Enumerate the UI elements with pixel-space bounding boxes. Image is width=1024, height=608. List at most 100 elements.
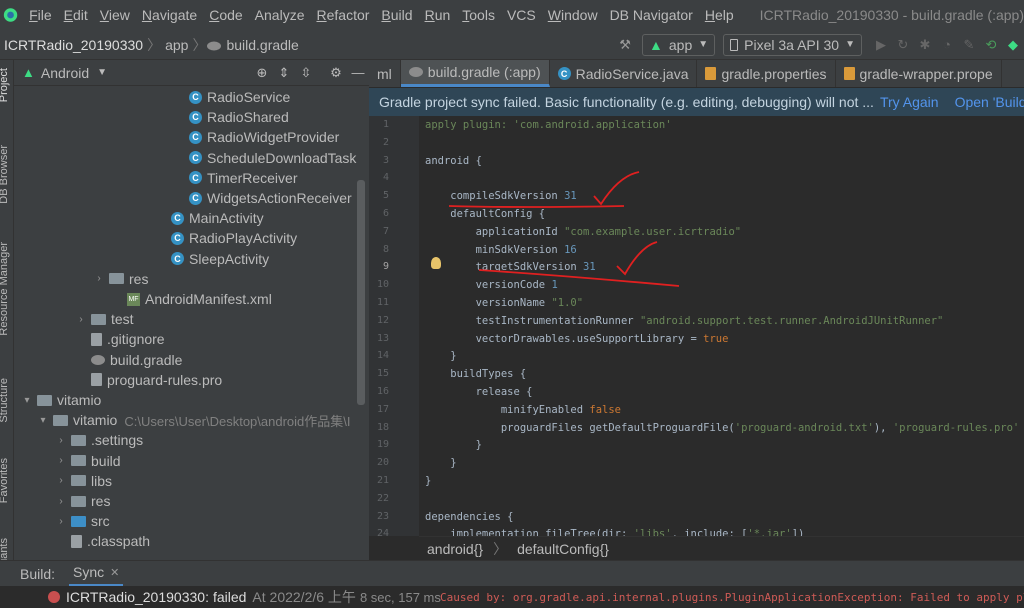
menu-item[interactable]: Run bbox=[419, 7, 457, 23]
open-build-link[interactable]: Open 'Build' V bbox=[955, 94, 1024, 110]
error-message[interactable]: Caused by: org.gradle.api.internal.plugi… bbox=[440, 591, 1024, 604]
tree-item[interactable]: › libs bbox=[56, 471, 112, 491]
try-again-link[interactable]: Try Again bbox=[880, 94, 939, 110]
code-editor[interactable]: implementation fileTree(dir: 'libs', inc… bbox=[419, 116, 1024, 536]
chevron-right-icon[interactable]: › bbox=[56, 455, 66, 466]
tool-tab-project[interactable]: Project bbox=[0, 68, 10, 102]
gear-icon[interactable]: ⚙ bbox=[325, 62, 347, 84]
breadcrumb-module[interactable]: app bbox=[161, 37, 192, 53]
editor-tab[interactable]: build.gradle (:app) bbox=[400, 60, 550, 87]
chevron-right-icon[interactable]: › bbox=[56, 496, 66, 507]
editor-tab[interactable]: C RadioService.java bbox=[550, 60, 698, 87]
tree-item[interactable]: C ScheduleDownloadTask bbox=[174, 148, 356, 168]
chevron-down-icon[interactable]: ▾ bbox=[22, 395, 32, 406]
locate-file-icon[interactable]: ⊕ bbox=[251, 62, 273, 84]
chevron-right-icon[interactable]: › bbox=[94, 273, 104, 284]
sync-tab[interactable]: Sync ✕ bbox=[69, 561, 124, 587]
minimize-icon[interactable]: — bbox=[347, 62, 369, 84]
menu-item[interactable]: Tools bbox=[456, 7, 501, 23]
debug-icon[interactable]: ✱ bbox=[914, 34, 936, 56]
class-icon: C bbox=[189, 130, 202, 144]
menu-items: File Edit View Navigate Code Analyze Refactor B… bbox=[23, 7, 740, 23]
editor-tab[interactable]: gradle.properties bbox=[697, 60, 836, 87]
breadcrumb-android[interactable]: android{} bbox=[427, 541, 483, 557]
menu-item[interactable]: DB Navigator bbox=[604, 7, 699, 23]
tree-item[interactable]: MF AndroidManifest.xml bbox=[112, 289, 272, 309]
red-annotation-marks bbox=[448, 171, 680, 287]
sync-tab-label: Sync bbox=[73, 564, 105, 580]
breadcrumb-project[interactable]: ICRTRadio_20190330 bbox=[0, 37, 147, 53]
avd-manager-icon[interactable]: ◆ bbox=[1002, 34, 1024, 56]
status-project[interactable]: ICRTRadio_20190330: bbox=[66, 589, 209, 605]
menu-item[interactable]: Analyze bbox=[249, 7, 311, 23]
tree-item[interactable]: .classpath bbox=[56, 531, 150, 551]
apply-changes-icon[interactable]: ↻ bbox=[892, 34, 914, 56]
editor-tab-label: RadioService.java bbox=[575, 65, 689, 82]
tree-item[interactable]: ▾ vitamio bbox=[22, 390, 101, 410]
file-icon bbox=[71, 534, 82, 548]
sync-gradle-icon[interactable]: ⟲ bbox=[980, 34, 1002, 56]
chevron-down-icon[interactable]: ▾ bbox=[38, 415, 48, 426]
device-select[interactable]: Pixel 3a API 30 ▼ bbox=[723, 33, 862, 56]
breadcrumb-defaultconfig[interactable]: defaultConfig{} bbox=[517, 541, 609, 557]
menu-item[interactable]: File bbox=[23, 7, 58, 23]
tree-item[interactable]: C RadioPlayActivity bbox=[156, 228, 297, 248]
menu-item[interactable]: VCS bbox=[501, 7, 542, 23]
tool-tab-db-browser[interactable]: DB Browser bbox=[0, 145, 10, 204]
tree-item[interactable]: C RadioShared bbox=[174, 107, 289, 127]
chevron-right-icon[interactable]: › bbox=[56, 435, 66, 446]
close-icon[interactable]: ✕ bbox=[110, 566, 119, 579]
tree-item[interactable]: build.gradle bbox=[76, 350, 182, 370]
tool-tab-structure[interactable]: Structure bbox=[0, 378, 10, 423]
attach-debugger-icon[interactable]: ✎ bbox=[958, 34, 980, 56]
tree-item[interactable]: C RadioWidgetProvider bbox=[174, 127, 339, 147]
tree-item[interactable]: › test bbox=[76, 309, 133, 329]
menu-item[interactable]: Edit bbox=[58, 7, 94, 23]
tree-item[interactable]: › src bbox=[56, 511, 109, 531]
tree-item[interactable]: › build bbox=[56, 451, 120, 471]
editor-tab[interactable]: gradle-wrapper.prope bbox=[836, 60, 1002, 87]
menu-item[interactable]: Window bbox=[542, 7, 604, 23]
collapse-all-icon[interactable]: ⇳ bbox=[295, 62, 317, 84]
tree-item[interactable]: › res bbox=[56, 491, 110, 511]
tool-tab-resource-manager[interactable]: Resource Manager bbox=[0, 242, 10, 336]
menu-item[interactable]: Navigate bbox=[136, 7, 203, 23]
scrollbar[interactable] bbox=[357, 180, 365, 405]
tree-item[interactable]: proguard-rules.pro bbox=[76, 370, 222, 390]
tree-item[interactable]: › .settings bbox=[56, 430, 143, 450]
project-view-select[interactable]: Android bbox=[41, 65, 89, 81]
tree-item-label: RadioShared bbox=[207, 109, 289, 126]
menu-label: elp bbox=[714, 7, 734, 23]
chevron-down-icon[interactable]: ▼ bbox=[97, 67, 107, 78]
menu-label: Analyze bbox=[254, 7, 305, 23]
tree-item[interactable]: C SleepActivity bbox=[156, 249, 269, 269]
lightbulb-icon[interactable] bbox=[431, 257, 441, 269]
profile-icon[interactable]: ◔ bbox=[936, 34, 958, 56]
tree-item[interactable]: C RadioService bbox=[174, 87, 290, 107]
tree-item-label: TimerReceiver bbox=[207, 169, 298, 186]
tree-item[interactable]: C WidgetsActionReceiver bbox=[174, 188, 352, 208]
tree-item[interactable]: C TimerReceiver bbox=[174, 168, 298, 188]
chevron-right-icon[interactable]: › bbox=[56, 475, 66, 486]
hammer-build-icon[interactable]: ⚒ bbox=[614, 34, 636, 56]
menu-item[interactable]: Refactor bbox=[310, 7, 375, 23]
chevron-right-icon[interactable]: › bbox=[56, 516, 66, 527]
chevron-right-icon[interactable]: › bbox=[76, 314, 86, 325]
menu-item[interactable]: Help bbox=[699, 7, 740, 23]
tree-item[interactable]: › res bbox=[94, 269, 148, 289]
menu-item[interactable]: Code bbox=[203, 7, 248, 23]
run-icon[interactable]: ▶ bbox=[870, 34, 892, 56]
menu-mnemonic: F bbox=[29, 7, 38, 23]
run-config-select[interactable]: ▲ app ▼ bbox=[642, 33, 716, 56]
breadcrumb-file[interactable]: build.gradle bbox=[222, 37, 302, 53]
expand-all-icon[interactable]: ⇕ bbox=[273, 62, 295, 84]
tree-item[interactable]: C MainActivity bbox=[156, 208, 264, 228]
line-number: 17 bbox=[376, 403, 389, 415]
tool-tab-favorites[interactable]: Favorites bbox=[0, 458, 10, 503]
tree-item[interactable]: ▾ vitamio C:\Users\User\Desktop\android作品集… bbox=[38, 410, 350, 430]
editor-tab-bar: ml build.gradle (:app) C RadioService.java g… bbox=[369, 60, 1024, 87]
menu-item[interactable]: Build bbox=[375, 7, 418, 23]
menu-item[interactable]: View bbox=[94, 7, 136, 23]
tree-item[interactable]: .gitignore bbox=[76, 329, 165, 349]
editor-tab[interactable]: ml bbox=[369, 60, 401, 87]
